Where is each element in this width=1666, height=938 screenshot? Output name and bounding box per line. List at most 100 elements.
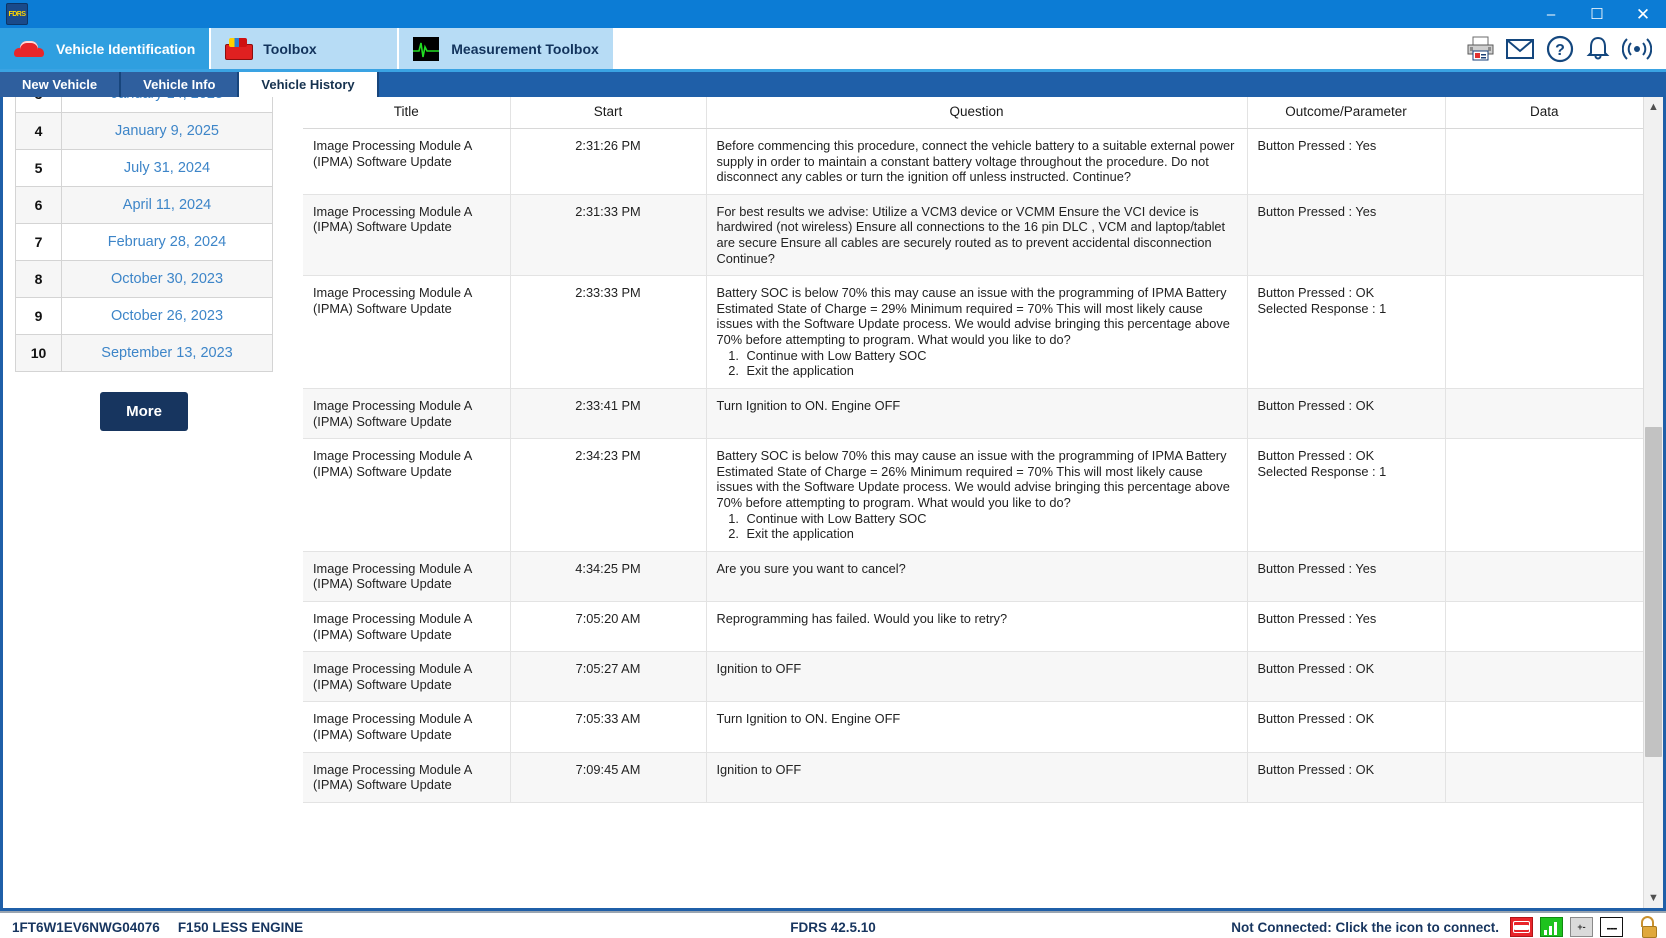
window-title-bar: FDRS – ☐ ✕ — [0, 0, 1666, 28]
status-bar: 1FT6W1EV6NWG04076 F150 LESS ENGINE FDRS … — [0, 911, 1666, 938]
tab-toolbox[interactable]: Toolbox — [211, 28, 399, 69]
hamburger-menu-icon[interactable] — [1421, 38, 1455, 60]
session-date-link[interactable]: October 30, 2023 — [62, 261, 273, 298]
table-row[interactable]: Image Processing Module A (IPMA) Softwar… — [303, 551, 1643, 601]
scrollbar-track[interactable] — [1644, 117, 1663, 888]
session-date-link[interactable]: October 26, 2023 — [62, 298, 273, 335]
cell-data — [1445, 439, 1643, 552]
more-button-wrap: More — [15, 392, 273, 431]
session-number: 9 — [16, 298, 62, 335]
cell-question: Are you sure you want to cancel? — [706, 551, 1247, 601]
tab-vehicle-identification[interactable]: Vehicle Identification — [0, 28, 211, 69]
cell-outcome-parameter: Button Pressed : OK — [1247, 702, 1445, 752]
close-button[interactable]: ✕ — [1620, 0, 1666, 28]
outcome-line: Button Pressed : OK — [1258, 285, 1435, 301]
session-date-link[interactable]: January 9, 2025 — [62, 113, 273, 150]
cell-question: Before commencing this procedure, connec… — [706, 129, 1247, 195]
column-header-title[interactable]: Title — [303, 97, 510, 129]
cell-question: Turn Ignition to ON. Engine OFF — [706, 388, 1247, 438]
table-row[interactable]: Image Processing Module A (IPMA) Softwar… — [303, 276, 1643, 389]
session-row[interactable]: 4January 9, 2025 — [16, 113, 273, 150]
cell-start: 2:33:33 PM — [510, 276, 706, 389]
outcome-line: Button Pressed : OK — [1258, 398, 1435, 414]
log-header-row: Title Start Question Outcome/Parameter D… — [303, 97, 1643, 129]
table-row[interactable]: Image Processing Module A (IPMA) Softwar… — [303, 702, 1643, 752]
table-row[interactable]: Image Processing Module A (IPMA) Softwar… — [303, 129, 1643, 195]
table-row[interactable]: Image Processing Module A (IPMA) Softwar… — [303, 652, 1643, 702]
cell-title: Image Processing Module A (IPMA) Softwar… — [303, 702, 510, 752]
session-date-link[interactable]: July 31, 2024 — [62, 150, 273, 187]
session-row[interactable]: 6April 11, 2024 — [16, 187, 273, 224]
sub-tab-bar: New Vehicle Vehicle Info Vehicle History — [0, 72, 1666, 97]
minimize-button[interactable]: – — [1528, 0, 1574, 28]
module-tab-bar: Vehicle Identification Toolbox Measureme… — [0, 28, 1666, 72]
table-row[interactable]: Image Processing Module A (IPMA) Softwar… — [303, 602, 1643, 652]
status-connection-message: Not Connected: Click the icon to connect… — [1231, 920, 1499, 935]
tab-measurement-toolbox[interactable]: Measurement Toolbox — [399, 28, 615, 69]
tab-vehicle-info[interactable]: Vehicle Info — [121, 72, 239, 97]
session-number: 4 — [16, 113, 62, 150]
cell-outcome-parameter: Button Pressed : OK — [1247, 652, 1445, 702]
outcome-line: Button Pressed : OK — [1258, 762, 1435, 778]
printer-icon[interactable] — [1467, 36, 1494, 61]
cell-question: Reprogramming has failed. Would you like… — [706, 602, 1247, 652]
envelope-icon[interactable] — [1506, 38, 1534, 60]
table-row[interactable]: Image Processing Module A (IPMA) Softwar… — [303, 439, 1643, 552]
session-row[interactable]: 9October 26, 2023 — [16, 298, 273, 335]
cell-title: Image Processing Module A (IPMA) Softwar… — [303, 602, 510, 652]
tab-vehicle-history[interactable]: Vehicle History — [239, 72, 378, 97]
cell-question: Battery SOC is below 70% this may cause … — [706, 276, 1247, 389]
session-row[interactable]: 3January 14, 2025 — [16, 97, 273, 113]
window-controls: – ☐ ✕ — [1528, 0, 1666, 28]
vertical-scrollbar[interactable]: ▲ ▼ — [1643, 97, 1663, 908]
session-row[interactable]: 10September 13, 2023 — [16, 335, 273, 372]
column-header-question[interactable]: Question — [706, 97, 1247, 129]
signal-strength-icon[interactable] — [1540, 917, 1563, 937]
session-date-link[interactable]: February 28, 2024 — [62, 224, 273, 261]
cell-data — [1445, 752, 1643, 802]
tab-new-vehicle[interactable]: New Vehicle — [0, 72, 121, 97]
header-icon-group: ? — [1421, 28, 1666, 69]
battery-status-icon[interactable] — [1570, 917, 1593, 937]
question-text: Before commencing this procedure, connec… — [717, 138, 1235, 184]
session-date-link[interactable]: January 14, 2025 — [62, 97, 273, 113]
cell-start: 7:05:20 AM — [510, 602, 706, 652]
broadcast-connection-icon[interactable] — [1622, 37, 1652, 61]
scrollbar-thumb[interactable] — [1645, 427, 1662, 757]
more-button[interactable]: More — [100, 392, 188, 431]
question-option: Continue with Low Battery SOC — [743, 511, 1237, 527]
padlock-icon[interactable] — [1640, 916, 1658, 938]
help-question-icon[interactable]: ? — [1546, 35, 1574, 63]
vci-status-icon[interactable] — [1510, 917, 1533, 937]
session-number: 6 — [16, 187, 62, 224]
tab-vehicle-identification-label: Vehicle Identification — [56, 41, 195, 57]
session-number: 3 — [16, 97, 62, 113]
maximize-button[interactable]: ☐ — [1574, 0, 1620, 28]
cell-title: Image Processing Module A (IPMA) Softwar… — [303, 276, 510, 389]
question-text: Ignition to OFF — [717, 762, 802, 777]
session-row[interactable]: 7February 28, 2024 — [16, 224, 273, 261]
cell-question: Ignition to OFF — [706, 652, 1247, 702]
table-row[interactable]: Image Processing Module A (IPMA) Softwar… — [303, 388, 1643, 438]
session-number: 5 — [16, 150, 62, 187]
bell-notification-icon[interactable] — [1586, 36, 1610, 62]
cell-start: 2:31:26 PM — [510, 129, 706, 195]
scroll-up-arrow-icon[interactable]: ▲ — [1644, 97, 1663, 117]
table-row[interactable]: Image Processing Module A (IPMA) Softwar… — [303, 194, 1643, 275]
table-row[interactable]: Image Processing Module A (IPMA) Softwar… — [303, 752, 1643, 802]
log-panel: Title Start Question Outcome/Parameter D… — [286, 97, 1663, 908]
session-date-link[interactable]: September 13, 2023 — [62, 335, 273, 372]
session-row[interactable]: 5July 31, 2024 — [16, 150, 273, 187]
column-header-data[interactable]: Data — [1445, 97, 1643, 129]
status-right-group: Not Connected: Click the icon to connect… — [1231, 916, 1658, 938]
outcome-line: Button Pressed : Yes — [1258, 138, 1435, 154]
column-header-outcome-parameter[interactable]: Outcome/Parameter — [1247, 97, 1445, 129]
cell-outcome-parameter: Button Pressed : OK — [1247, 388, 1445, 438]
scroll-down-arrow-icon[interactable]: ▼ — [1644, 888, 1663, 908]
session-date-link[interactable]: April 11, 2024 — [62, 187, 273, 224]
session-row[interactable]: 8October 30, 2023 — [16, 261, 273, 298]
oscilloscope-icon — [413, 37, 439, 61]
outcome-line: Button Pressed : OK — [1258, 448, 1435, 464]
column-header-start[interactable]: Start — [510, 97, 706, 129]
dashes-status-icon[interactable]: --- — [1600, 917, 1623, 937]
